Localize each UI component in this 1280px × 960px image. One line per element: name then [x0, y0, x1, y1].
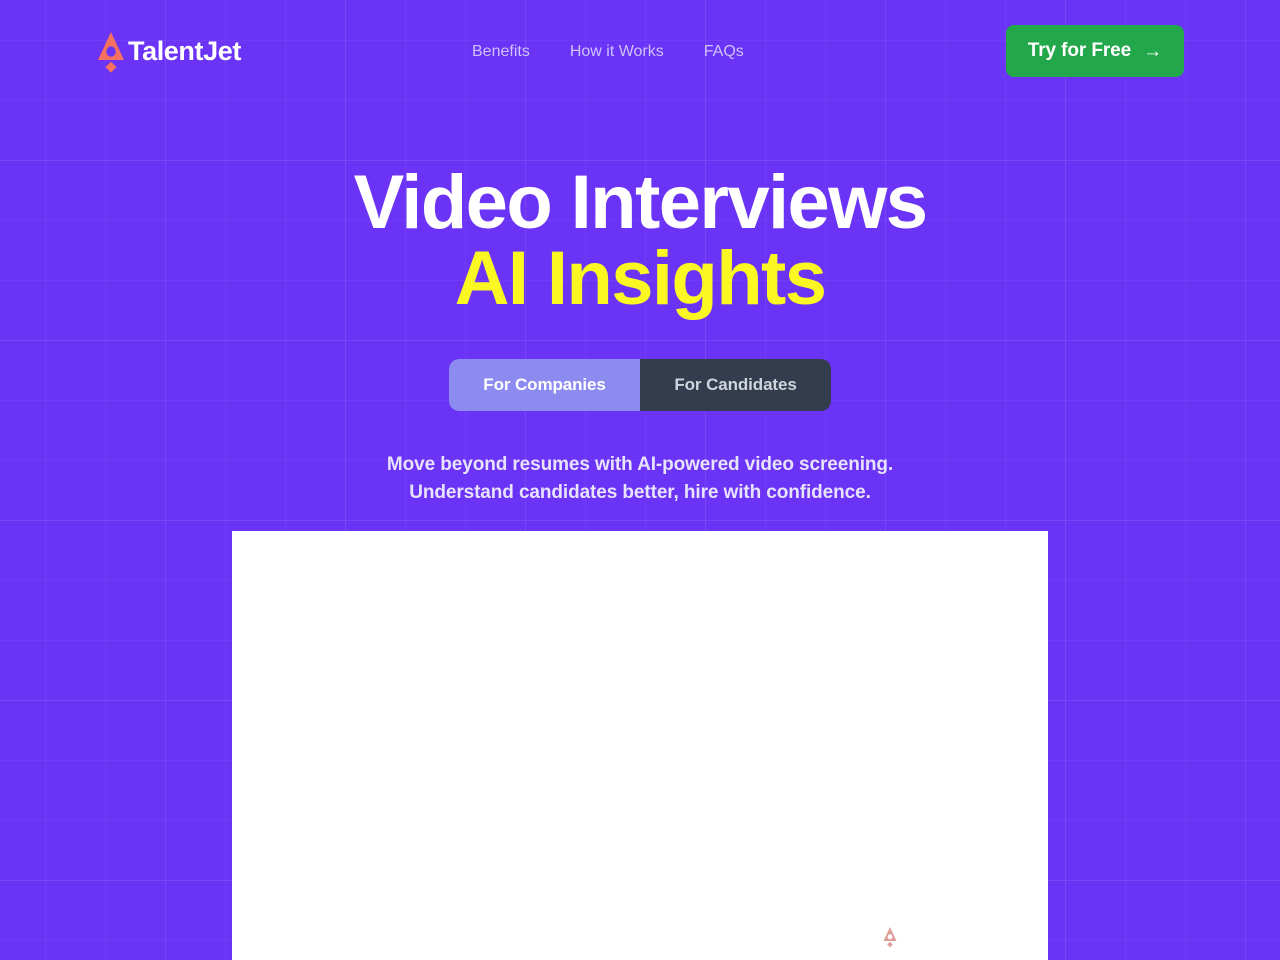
brand-logo[interactable]: TalentJet — [96, 30, 241, 74]
hero-subtitle-line-2: Understand candidates better, hire with … — [409, 482, 871, 504]
tab-for-candidates[interactable]: For Candidates — [640, 359, 831, 411]
nav-link-faqs[interactable]: FAQs — [684, 43, 764, 60]
brand-name: TalentJet — [128, 36, 241, 66]
arrow-right-icon: → — [1143, 40, 1162, 62]
try-for-free-label: Try for Free — [1027, 40, 1132, 61]
main-navigation: Benefits How it Works FAQs — [472, 43, 764, 60]
page-title: Video Interviews AI Insights — [0, 165, 1280, 317]
landing-page: TalentJet Benefits How it Works FAQs Try… — [0, 0, 1280, 960]
hero-section: Video Interviews AI Insights For Compani… — [0, 103, 1280, 507]
hero-subtitle: Move beyond resumes with AI-powered vide… — [0, 451, 1280, 507]
nav-link-benefits[interactable]: Benefits — [472, 43, 550, 60]
audience-toggle[interactable]: For Companies For Candidates — [449, 359, 831, 411]
page-title-line-1: Video Interviews — [353, 160, 928, 245]
talentjet-loading-mark-icon — [883, 927, 897, 948]
page-title-line-2: AI Insights — [454, 236, 827, 321]
hero-subtitle-line-1: Move beyond resumes with AI-powered vide… — [386, 454, 894, 475]
talentjet-triangle-diamond-icon — [98, 31, 124, 73]
preview-panel[interactable] — [232, 531, 1048, 960]
tab-for-companies[interactable]: For Companies — [449, 359, 641, 411]
nav-link-how-it-works[interactable]: How it Works — [550, 43, 684, 60]
site-header: TalentJet Benefits How it Works FAQs Try… — [0, 0, 1280, 103]
try-for-free-button[interactable]: Try for Free → — [1005, 25, 1184, 77]
